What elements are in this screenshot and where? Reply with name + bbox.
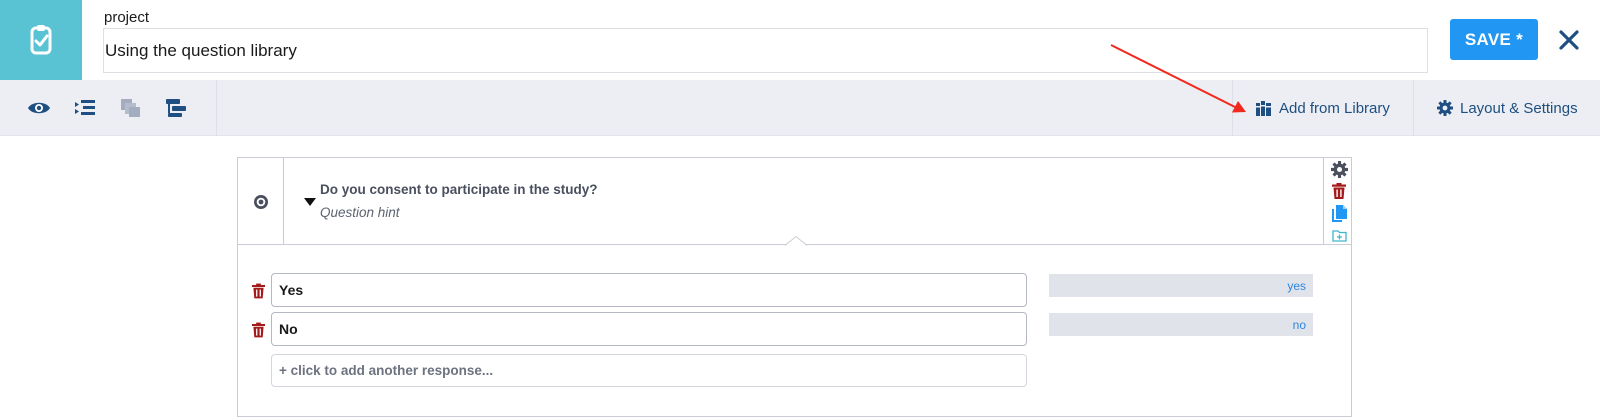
close-icon xyxy=(1559,30,1579,50)
trash-icon xyxy=(1332,183,1346,199)
response-delete-button[interactable] xyxy=(250,282,266,300)
response-delete-button[interactable] xyxy=(250,321,266,339)
copy-icon xyxy=(1331,204,1347,222)
question-duplicate-button[interactable] xyxy=(1330,204,1348,222)
folder-plus-icon xyxy=(1331,229,1347,242)
clipboard-check-icon xyxy=(30,25,52,55)
trash-icon xyxy=(251,322,265,338)
close-button[interactable] xyxy=(1554,24,1584,56)
response-row xyxy=(250,312,1027,346)
question-header[interactable]: Do you consent to participate in the stu… xyxy=(238,158,1351,245)
preview-button[interactable] xyxy=(25,94,53,122)
response-value-field[interactable]: yes xyxy=(1049,274,1313,297)
header-notch xyxy=(785,236,807,246)
question-settings-button[interactable] xyxy=(1330,160,1348,178)
response-label-input[interactable] xyxy=(271,273,1027,307)
preview-eye-icon xyxy=(28,102,50,114)
collapse-caret-icon[interactable] xyxy=(304,196,316,208)
app-logo[interactable] xyxy=(0,0,82,80)
trash-icon xyxy=(251,283,265,299)
indent-button[interactable] xyxy=(71,94,99,122)
question-label[interactable]: Do you consent to participate in the stu… xyxy=(320,182,598,197)
toolbar: Add from Library Layout & Settings xyxy=(0,80,1600,136)
project-title-input[interactable] xyxy=(103,28,1428,73)
question-card: Do you consent to participate in the stu… xyxy=(237,157,1352,417)
duplicate-button[interactable] xyxy=(116,94,144,122)
question-move-to-folder-button[interactable] xyxy=(1330,226,1348,244)
toolbar-divider xyxy=(216,80,217,136)
question-hint[interactable]: Question hint xyxy=(320,205,400,220)
add-from-library-label: Add from Library xyxy=(1279,99,1390,117)
books-library-icon xyxy=(1256,100,1271,116)
add-from-library-button[interactable]: Add from Library xyxy=(1232,80,1413,136)
question-actions xyxy=(1323,158,1351,245)
add-response-input[interactable]: + click to add another response... xyxy=(271,354,1027,387)
save-button[interactable]: SAVE * xyxy=(1450,19,1538,60)
logic-button[interactable] xyxy=(162,94,190,122)
question-delete-button[interactable] xyxy=(1330,182,1348,200)
gear-icon xyxy=(1437,100,1453,116)
copy-stack-icon xyxy=(121,99,140,117)
layout-settings-button[interactable]: Layout & Settings xyxy=(1413,80,1600,136)
flow-logic-icon xyxy=(166,99,186,117)
header: project SAVE * xyxy=(0,0,1600,80)
indent-list-icon xyxy=(75,100,95,115)
radio-select-one-icon xyxy=(253,194,268,209)
project-title-label: project xyxy=(104,9,150,26)
layout-settings-label: Layout & Settings xyxy=(1460,99,1578,117)
response-value-field[interactable]: no xyxy=(1049,313,1313,336)
response-row xyxy=(250,273,1027,307)
gear-icon xyxy=(1330,160,1348,178)
response-label-input[interactable] xyxy=(271,312,1027,346)
question-type-selector[interactable] xyxy=(238,158,284,245)
